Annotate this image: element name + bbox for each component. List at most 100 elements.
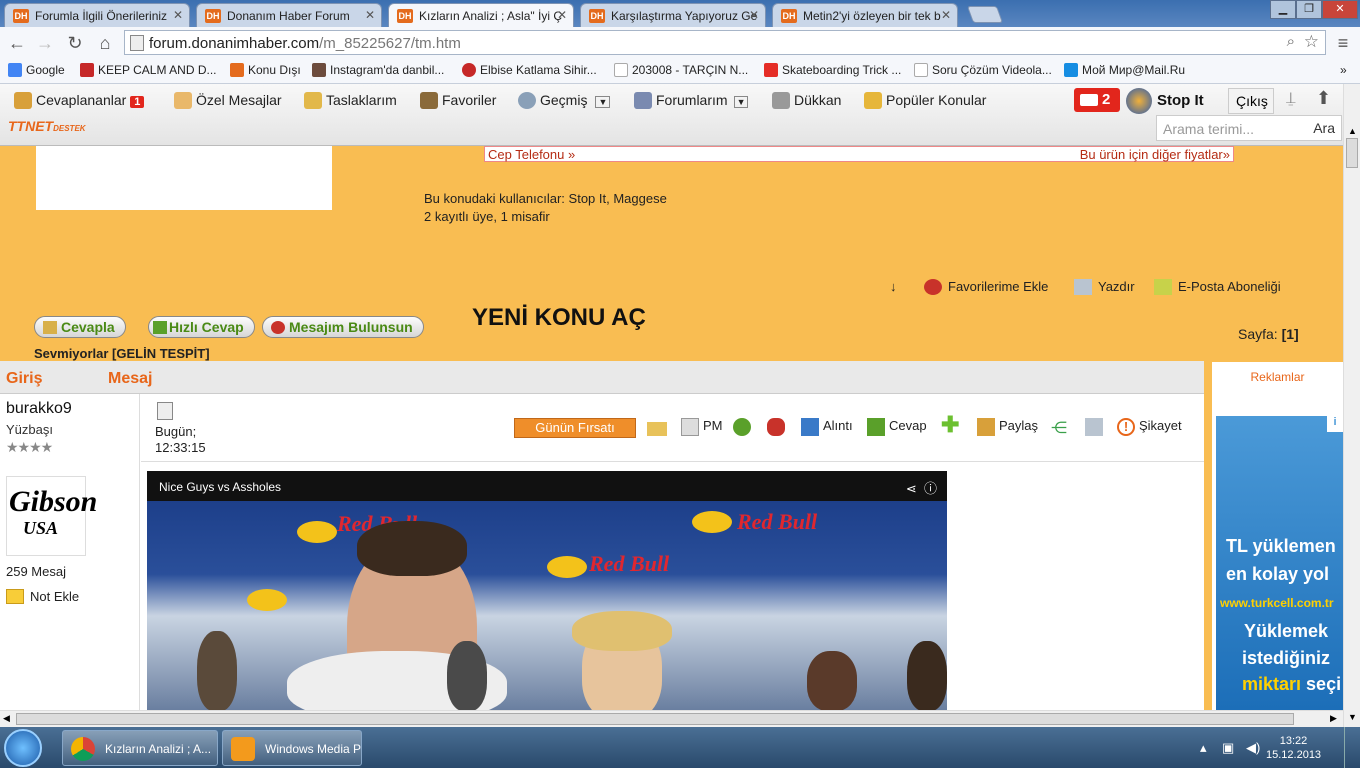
bookmark-skateboarding[interactable]: Skateboarding Trick ... bbox=[764, 63, 901, 77]
redbull-text: Red Bull bbox=[589, 551, 670, 576]
scroll-down-icon[interactable]: ▼ bbox=[1348, 712, 1357, 722]
nav-ozel-mesajlar[interactable]: Özel Mesajlar bbox=[174, 92, 282, 109]
gunun-firsati-button[interactable]: Günün Fırsatı bbox=[514, 418, 636, 438]
tray-expand-icon[interactable]: ▴ bbox=[1200, 740, 1207, 756]
back-icon[interactable]: ← bbox=[6, 33, 28, 55]
scroll-left-icon[interactable]: ◀ bbox=[3, 713, 10, 724]
bookmark-google[interactable]: Google bbox=[8, 63, 65, 77]
scroll-thumb[interactable] bbox=[16, 713, 1294, 725]
zoom-icon[interactable]: ⌕ bbox=[1287, 33, 1295, 50]
bookmark-mail-ru[interactable]: Мой Мир@Mail.Ru bbox=[1064, 63, 1185, 77]
page-number[interactable]: [1] bbox=[1282, 326, 1299, 342]
minimize-button[interactable]: ▁ bbox=[1270, 0, 1296, 19]
reload-icon[interactable]: ↻ bbox=[64, 33, 86, 55]
taskbar-wmp[interactable]: Windows Media P bbox=[222, 730, 362, 766]
nav-dukkan[interactable]: Dükkan bbox=[772, 92, 841, 109]
plus-icon[interactable]: ✚ bbox=[941, 412, 959, 438]
menu-icon[interactable]: ≡ bbox=[1332, 33, 1354, 55]
arrow-up-icon[interactable]: ⬆ bbox=[1316, 88, 1331, 109]
bookmark-instagram[interactable]: Instagram'da danbil... bbox=[312, 63, 444, 77]
search-button[interactable]: Ara bbox=[1313, 120, 1335, 136]
tab-forum-onerileri[interactable]: DH Forumla İlgili Önerileriniz ✕ bbox=[4, 3, 190, 27]
nav-cevaplananlar[interactable]: Cevaplananlar 1 bbox=[14, 92, 145, 109]
ttnet-logo[interactable]: TTNETDESTEK bbox=[8, 118, 86, 134]
chevron-down-icon[interactable]: ▼ bbox=[595, 96, 611, 108]
bookmark-soru-cozum[interactable]: Soru Çözüm Videola... bbox=[914, 63, 1052, 77]
forward-icon[interactable]: → bbox=[34, 33, 56, 55]
start-button[interactable] bbox=[4, 729, 42, 767]
print-link[interactable]: Yazdır bbox=[1074, 279, 1135, 295]
horizontal-scrollbar[interactable]: ◀ ▶ bbox=[0, 710, 1343, 727]
bookmark-keep-calm[interactable]: KEEP CALM AND D... bbox=[80, 63, 216, 77]
volume-icon[interactable]: ◀) bbox=[1246, 740, 1260, 756]
address-bar[interactable]: forum.donanimhaber.com/m_85225627/tm.htm… bbox=[124, 30, 1326, 55]
tab-karsilastirma[interactable]: DH Karşılaştırma Yapıyoruz Ge ✕ bbox=[580, 3, 766, 27]
pin-icon[interactable]: ⍊ bbox=[1286, 90, 1296, 108]
email-subscribe-link[interactable]: E-Posta Aboneliği bbox=[1154, 279, 1281, 295]
close-icon[interactable]: ✕ bbox=[173, 8, 183, 22]
chevron-down-icon[interactable]: ▼ bbox=[733, 96, 749, 108]
add-note-link[interactable]: Not Ekle bbox=[6, 589, 79, 604]
scroll-right-icon[interactable]: ▶ bbox=[1330, 713, 1337, 724]
quote-link[interactable]: Alıntı bbox=[801, 418, 853, 436]
share-link[interactable]: Paylaş bbox=[977, 418, 1038, 436]
scroll-up-icon[interactable]: ▲ bbox=[1348, 126, 1357, 136]
bookmark-tarcin[interactable]: 203008 - TARÇIN N... bbox=[614, 63, 748, 77]
notification-badge[interactable]: 2 bbox=[1074, 88, 1120, 112]
google-icon bbox=[8, 63, 22, 77]
vertical-scrollbar[interactable]: ▲ ▼ bbox=[1343, 84, 1360, 727]
other-prices-link[interactable]: Bu ürün için diğer fiyatlar» bbox=[1080, 147, 1230, 162]
network-icon[interactable]: ▣ bbox=[1222, 740, 1234, 756]
tab-metin2[interactable]: DH Metin2'yi özleyen bir tek b ✕ bbox=[772, 3, 958, 27]
author-username[interactable]: burakko9 bbox=[6, 400, 72, 418]
viewers-names[interactable]: Stop It, Maggese bbox=[569, 191, 667, 206]
share-icon[interactable]: ⋲ bbox=[1051, 418, 1067, 438]
quick-reply-button[interactable]: Hızlı Cevap bbox=[148, 316, 255, 338]
logout-button[interactable]: Çıkış bbox=[1228, 88, 1274, 114]
tab-kizlarin-analizi[interactable]: DH Kızların Analizi ; Asla" İyi Ç ✕ bbox=[388, 3, 574, 27]
video-title[interactable]: Nice Guys vs Assholes bbox=[159, 480, 281, 494]
close-icon[interactable]: ✕ bbox=[941, 8, 951, 22]
forum-search-input[interactable]: Arama terimi... Ara bbox=[1156, 115, 1342, 141]
author-avatar[interactable]: Gibson USA bbox=[6, 476, 97, 556]
new-tab-button[interactable] bbox=[966, 6, 1004, 23]
reply-link[interactable]: Cevap bbox=[867, 418, 927, 436]
turkcell-ad[interactable]: i TL yüklemen en kolay yol www.turkcell.… bbox=[1216, 416, 1343, 710]
close-window-button[interactable]: ✕ bbox=[1322, 0, 1358, 19]
star-icon[interactable]: ☆ bbox=[1304, 32, 1319, 52]
report-link[interactable]: ! Şikayet bbox=[1117, 418, 1182, 436]
nav-populer-konular[interactable]: Popüler Konular bbox=[864, 92, 986, 109]
show-desktop-button[interactable] bbox=[1344, 727, 1360, 768]
pm-link[interactable]: PM bbox=[681, 418, 723, 436]
home-icon[interactable]: ⌂ bbox=[94, 33, 116, 55]
bookmark-konu-disi[interactable]: Konu Dışı bbox=[230, 63, 301, 77]
avatar[interactable] bbox=[1126, 88, 1152, 114]
system-clock[interactable]: 13:22 15.12.2013 bbox=[1266, 734, 1321, 762]
add-favorite-link[interactable]: Favorilerime Ekle bbox=[924, 279, 1048, 295]
close-icon[interactable]: ✕ bbox=[557, 8, 567, 22]
nav-forumlarim[interactable]: Forumlarım ▼ bbox=[634, 92, 749, 109]
current-username[interactable]: Stop It bbox=[1157, 92, 1204, 109]
scroll-thumb[interactable] bbox=[1346, 138, 1358, 168]
bookmark-elbise[interactable]: Elbise Katlama Sihir... bbox=[462, 63, 597, 77]
new-topic-link[interactable]: YENİ KONU AÇ bbox=[472, 304, 646, 332]
dh-favicon: DH bbox=[397, 9, 413, 23]
taskbar-chrome[interactable]: Kızların Analizi ; A... bbox=[62, 730, 218, 766]
tab-donanim-haber[interactable]: DH Donanım Haber Forum ✕ bbox=[196, 3, 382, 27]
document-icon[interactable] bbox=[157, 402, 173, 420]
bookmarks-overflow-icon[interactable]: » bbox=[1340, 63, 1347, 77]
share-icon[interactable]: ⋖ bbox=[906, 481, 917, 496]
reply-button[interactable]: Cevapla bbox=[34, 316, 126, 338]
restore-button[interactable]: ❐ bbox=[1296, 0, 1322, 19]
price-category-link[interactable]: Cep Telefonu » bbox=[488, 147, 575, 162]
close-icon[interactable]: ✕ bbox=[749, 8, 759, 22]
info-icon[interactable]: ⓘ bbox=[924, 481, 937, 496]
info-icon[interactable]: i bbox=[1327, 416, 1343, 432]
embedded-video[interactable]: Nice Guys vs Assholes ⋖ ⓘ Red Bull Red Bu… bbox=[147, 471, 947, 710]
nav-favoriler[interactable]: Favoriler bbox=[420, 92, 496, 109]
nav-gecmis[interactable]: Geçmiş ▼ bbox=[518, 92, 611, 109]
my-post-button[interactable]: Mesajım Bulunsun bbox=[262, 316, 424, 338]
arrow-down-icon[interactable]: ↓ bbox=[890, 279, 897, 294]
close-icon[interactable]: ✕ bbox=[365, 8, 375, 22]
nav-taslaklarim[interactable]: Taslaklarım bbox=[304, 92, 397, 109]
